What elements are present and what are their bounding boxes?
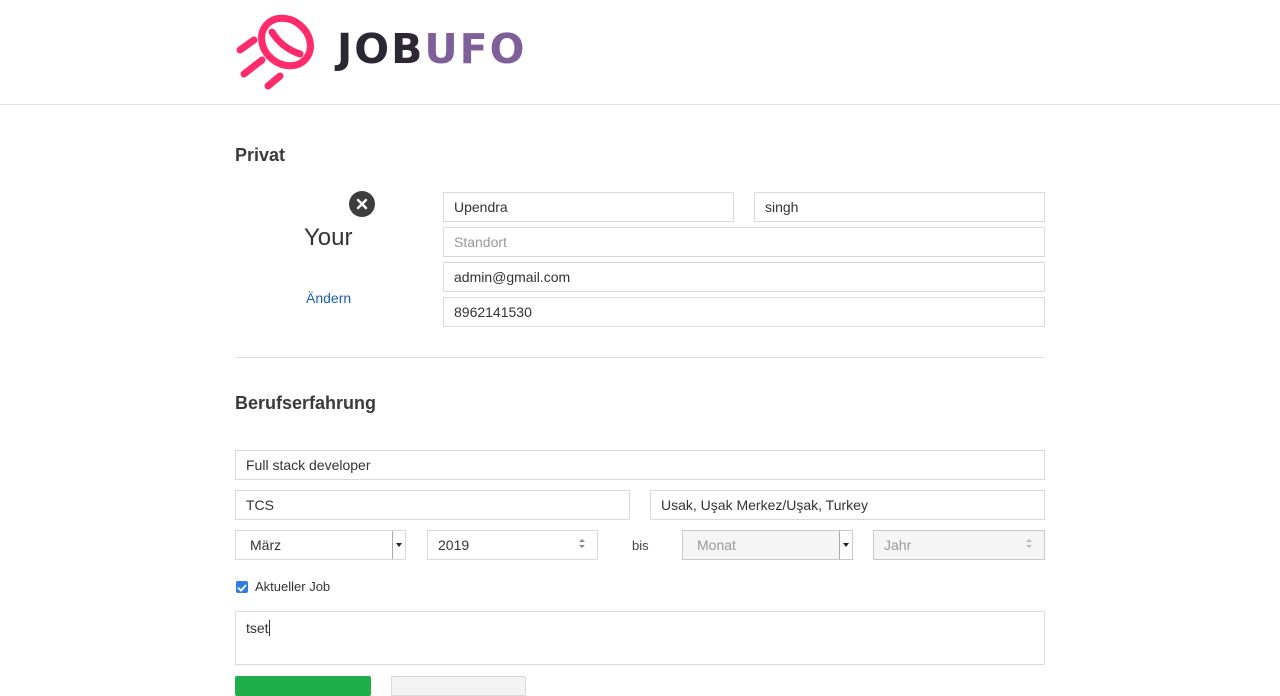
end-month-select[interactable]: Monat: [682, 530, 853, 560]
header: JOBUFO: [0, 0, 1280, 105]
text-cursor: [268, 620, 270, 636]
email-input[interactable]: [443, 262, 1045, 292]
section-divider: [235, 357, 1045, 358]
job-description-text: tset: [246, 620, 269, 636]
brand-name-job: JOB: [337, 25, 425, 73]
location-input[interactable]: [443, 227, 1045, 257]
number-spinner-icon[interactable]: [1026, 539, 1034, 551]
end-year-input[interactable]: Jahr: [873, 530, 1045, 560]
change-photo-link[interactable]: Ändern: [306, 290, 351, 306]
cancel-button[interactable]: [391, 676, 526, 696]
end-month-placeholder: Monat: [697, 537, 736, 553]
last-name-input[interactable]: [754, 192, 1045, 222]
close-icon: [356, 198, 368, 210]
section-title-experience: Berufserfahrung: [235, 393, 377, 413]
brand-name: JOBUFO: [337, 24, 527, 74]
brand-name-ufo: UFO: [424, 25, 527, 73]
date-range-separator: bis: [632, 538, 649, 553]
current-job-checkbox[interactable]: [236, 581, 248, 593]
job-title-input[interactable]: [235, 450, 1045, 480]
section-title-privat: Privat: [235, 145, 286, 165]
dropdown-arrow-icon: [392, 531, 405, 559]
remove-photo-button[interactable]: [349, 191, 375, 217]
end-year-placeholder: Jahr: [884, 537, 912, 553]
job-description-textarea[interactable]: tset: [235, 611, 1045, 665]
phone-input[interactable]: [443, 297, 1045, 327]
ufo-rocket-logo-icon[interactable]: [232, 8, 320, 92]
number-spinner-icon[interactable]: [579, 539, 587, 551]
first-name-input[interactable]: [443, 192, 734, 222]
start-month-value: März: [250, 537, 282, 553]
start-year-value: 2019: [438, 537, 470, 553]
start-year-input[interactable]: 2019: [427, 530, 598, 560]
dropdown-arrow-icon: [839, 531, 852, 559]
company-input[interactable]: [235, 490, 630, 520]
current-job-label: Aktueller Job: [255, 579, 331, 594]
save-button[interactable]: [235, 676, 371, 696]
start-month-select[interactable]: März: [235, 530, 406, 560]
job-location-input[interactable]: [650, 490, 1045, 520]
checkmark-icon: [237, 584, 247, 592]
avatar-placeholder-text: Your: [304, 224, 353, 251]
